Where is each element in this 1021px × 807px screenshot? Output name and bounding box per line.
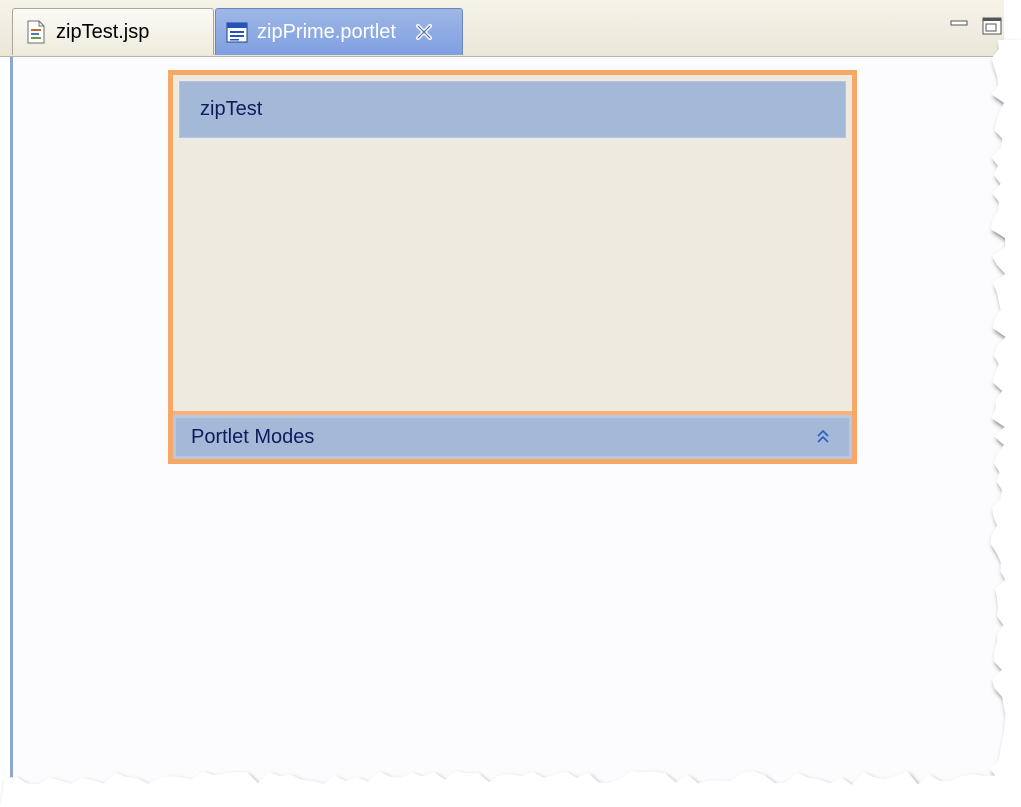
portlet-file-icon [226,22,248,43]
editor-tab-bar: zipTest.jsp zipPrime.portlet [0,0,1004,57]
jsp-file-icon [27,20,45,44]
tab-label: zipPrime.portlet [257,20,396,43]
portlet-modes-label: Portlet Modes [191,425,315,448]
tab-label: zipTest.jsp [56,20,150,43]
portlet-body: zipTest [173,75,852,411]
portlet-modes-bar[interactable]: Portlet Modes [173,415,852,459]
tab-zipprime-portlet[interactable]: zipPrime.portlet [215,8,463,55]
window-controls [950,17,1002,35]
portlet-title: zipTest [200,98,263,120]
double-chevron-up-icon[interactable] [815,428,831,446]
editor-window: zipTest.jsp zipPrime.portlet zipTest Por… [0,0,1021,807]
maximize-icon[interactable] [982,17,1002,35]
minimize-icon[interactable] [950,20,968,26]
close-icon[interactable] [414,22,434,42]
tab-ziptest-jsp[interactable]: zipTest.jsp [12,8,214,55]
portlet-title-bar[interactable]: zipTest [179,81,846,138]
portlet-frame[interactable]: zipTest Portlet Modes [168,70,857,464]
